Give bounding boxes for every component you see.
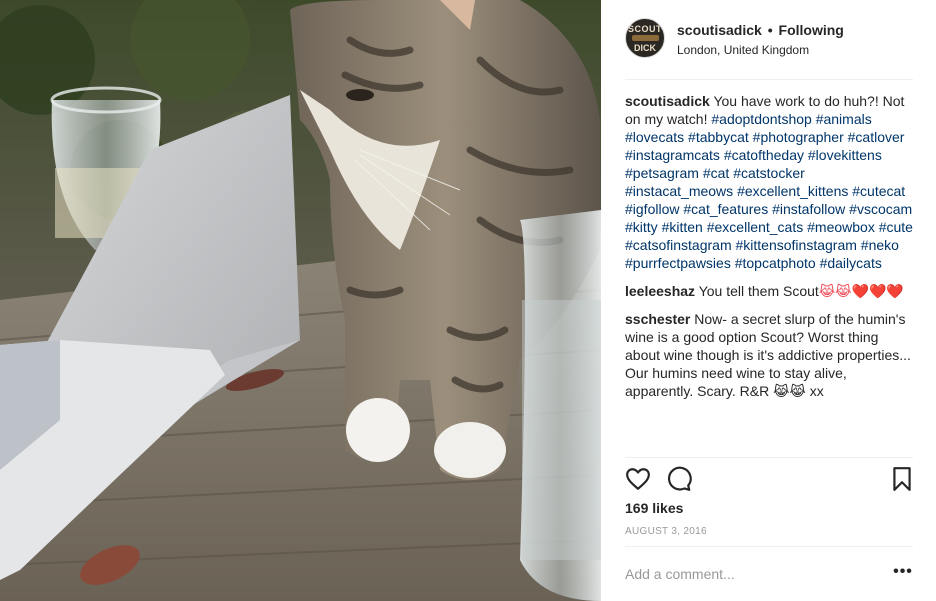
comment-emoji: 😹😹❤️❤️❤️	[818, 283, 904, 299]
comment-input[interactable]	[625, 563, 875, 585]
comments-list[interactable]: scoutisadick You have work to do huh?! N…	[625, 92, 913, 457]
hashtag-link[interactable]: #animals	[816, 111, 872, 127]
comment-item: leeleeshaz You tell them Scout😹😹❤️❤️❤️	[625, 282, 913, 300]
hashtag-link[interactable]: #kitty	[625, 219, 658, 235]
hashtag-link[interactable]: #cutecat	[852, 183, 905, 199]
hashtag-link[interactable]: #adoptdontshop	[711, 111, 811, 127]
hashtag-link[interactable]: #catoftheday	[724, 147, 804, 163]
likes-count[interactable]: 169 likes	[625, 500, 683, 516]
hashtag-link[interactable]: #cat_features	[683, 201, 768, 217]
speech-bubble-icon[interactable]	[666, 466, 692, 492]
hashtag-link[interactable]: #catlover	[848, 129, 905, 145]
header-separator: •	[767, 22, 773, 38]
hashtag-link[interactable]: #excellent_kittens	[737, 183, 848, 199]
hashtag-link[interactable]: #petsagram	[625, 165, 699, 181]
hashtag-link[interactable]: #vscocam	[849, 201, 912, 217]
hashtag-link[interactable]: #kittensofinstagram	[736, 237, 857, 253]
bookmark-icon[interactable]	[891, 466, 913, 492]
ellipsis-icon[interactable]: •••	[893, 564, 913, 583]
post-details-panel: SCOUT DICK scoutisadick • Following Lond…	[601, 0, 936, 601]
hashtag-link[interactable]: #lovekittens	[808, 147, 882, 163]
caption-username-link[interactable]: scoutisadick	[625, 93, 710, 109]
hashtag-link[interactable]: #topcatphoto	[735, 255, 816, 271]
add-comment-bar: •••	[625, 546, 913, 601]
hashtag-link[interactable]: #instagramcats	[625, 147, 720, 163]
header-username-link[interactable]: scoutisadick	[677, 22, 762, 38]
hashtag-link[interactable]: #cat	[703, 165, 729, 181]
action-bar	[625, 466, 913, 494]
heart-outline-icon[interactable]	[625, 466, 651, 492]
comment-username-link[interactable]: leeleeshaz	[625, 283, 695, 299]
hashtag-link[interactable]: #dailycats	[820, 255, 882, 271]
caption-hashtags: #adoptdontshop #animals #lovecats #tabby…	[625, 111, 913, 271]
post-date[interactable]: AUGUST 3, 2016	[625, 526, 707, 537]
avatar-text-top: SCOUT	[628, 24, 662, 34]
avatar-text-bottom: DICK	[634, 43, 656, 53]
hashtag-link[interactable]: #photographer	[753, 129, 844, 145]
hashtag-link[interactable]: #meowbox	[807, 219, 875, 235]
post-header: SCOUT DICK scoutisadick • Following Lond…	[625, 18, 913, 80]
actions-divider	[625, 457, 913, 458]
avatar[interactable]: SCOUT DICK	[625, 18, 665, 58]
hashtag-link[interactable]: #igfollow	[625, 201, 679, 217]
post-photo[interactable]	[0, 0, 601, 601]
follow-button[interactable]: Following	[779, 22, 844, 38]
hashtag-link[interactable]: #catsofinstagram	[625, 237, 732, 253]
cat-photo-illustration	[0, 0, 601, 601]
hashtag-link[interactable]: #instacat_meows	[625, 183, 733, 199]
hashtag-link[interactable]: #lovecats	[625, 129, 684, 145]
hashtag-link[interactable]: #instafollow	[772, 201, 845, 217]
avatar-decoration	[632, 35, 659, 41]
hashtag-link[interactable]: #kitten	[662, 219, 703, 235]
hashtag-link[interactable]: #cute	[879, 219, 913, 235]
location-link[interactable]: London, United Kingdom	[677, 43, 809, 57]
hashtag-link[interactable]: #catstocker	[733, 165, 805, 181]
comment-username-link[interactable]: sschester	[625, 311, 690, 327]
comment-text: You tell them Scout	[695, 283, 819, 299]
hashtag-link[interactable]: #neko	[861, 237, 899, 253]
comment-emoji: 😹😹 xx	[773, 383, 824, 399]
comment-item: sschester Now- a secret slurp of the hum…	[625, 310, 913, 400]
hashtag-link[interactable]: #purrfectpawsies	[625, 255, 731, 271]
header-user-line: scoutisadick • Following	[677, 22, 844, 38]
caption: scoutisadick You have work to do huh?! N…	[625, 92, 913, 272]
hashtag-link[interactable]: #excellent_cats	[707, 219, 804, 235]
hashtag-link[interactable]: #tabbycat	[688, 129, 749, 145]
